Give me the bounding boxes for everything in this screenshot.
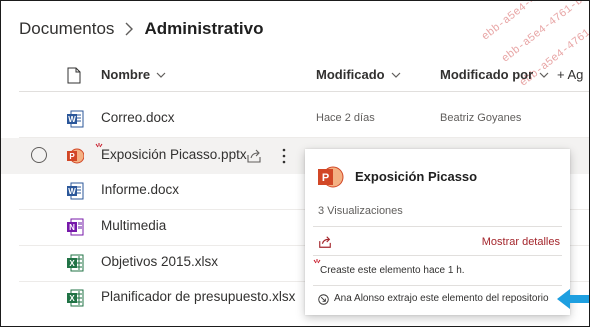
- show-details-link[interactable]: Mostrar detalles: [482, 236, 560, 248]
- svg-text:W: W: [68, 115, 76, 124]
- share-icon[interactable]: [318, 235, 332, 249]
- word-file-icon: W: [67, 110, 84, 128]
- add-column-label: + Ag: [557, 67, 584, 82]
- card-title[interactable]: Exposición Picasso: [355, 169, 477, 184]
- svg-text:P: P: [322, 172, 329, 184]
- column-name[interactable]: Nombre: [101, 67, 166, 82]
- file-name[interactable]: Multimedia: [101, 218, 166, 233]
- chevron-right-icon: [125, 22, 134, 36]
- svg-text:N: N: [69, 223, 75, 232]
- svg-text:P: P: [69, 152, 75, 161]
- file-name[interactable]: Exposición Picasso.pptx: [101, 147, 247, 162]
- row-select-radio[interactable]: [31, 147, 47, 163]
- breadcrumb: Documentos Administrativo: [19, 19, 263, 39]
- file-hover-card: P Exposición Picasso 3 Visualizaciones M…: [305, 149, 570, 315]
- file-name[interactable]: Planificador de presupuesto.xlsx: [101, 289, 295, 304]
- card-divider: [313, 255, 562, 256]
- watermark: ebb-a5e4-4761-baa3-ef0f6a5ab4e6 ebb-a5e4…: [470, 0, 590, 114]
- onenote-file-icon: N: [67, 218, 84, 236]
- add-column-button[interactable]: + Ag: [557, 67, 583, 82]
- share-icon[interactable]: [246, 148, 262, 164]
- file-name[interactable]: Correo.docx: [101, 110, 175, 125]
- card-divider: [313, 285, 562, 286]
- breadcrumb-root[interactable]: Documentos: [19, 19, 114, 39]
- arrow-left-icon: [557, 289, 590, 309]
- column-modified[interactable]: Modificado: [316, 67, 401, 82]
- word-file-icon: W: [67, 182, 84, 200]
- activity-created: Creaste este elemento hace 1 h.: [320, 265, 465, 276]
- column-header: Nombre Modificado Modificado por + Ag: [0, 60, 590, 90]
- svg-text:X: X: [69, 259, 75, 268]
- breadcrumb-current: Administrativo: [144, 19, 264, 38]
- chevron-down-icon: [539, 72, 549, 78]
- column-modified-by-label: Modificado por: [440, 67, 534, 82]
- powerpoint-file-icon: P: [67, 148, 84, 164]
- chevron-down-icon: [156, 72, 166, 78]
- svg-text:W: W: [68, 187, 76, 196]
- table-row[interactable]: W Correo.docx Hace 2 días Beatriz Goyane…: [0, 101, 590, 137]
- excel-file-icon: X: [67, 254, 84, 272]
- file-type-icon[interactable]: [67, 67, 81, 84]
- file-name[interactable]: Objetivos 2015.xlsx: [101, 254, 218, 269]
- checkout-icon: [318, 294, 329, 305]
- header-divider: [19, 91, 590, 92]
- modified-value: Hace 2 días: [316, 112, 375, 124]
- card-divider: [313, 226, 562, 227]
- excel-file-icon: X: [67, 289, 84, 307]
- chevron-down-icon: [391, 72, 401, 78]
- svg-text:X: X: [69, 294, 75, 303]
- card-views: 3 Visualizaciones: [318, 205, 403, 217]
- more-options-icon[interactable]: [281, 147, 287, 165]
- file-name[interactable]: Informe.docx: [101, 182, 179, 197]
- modified-by-value[interactable]: Beatriz Goyanes: [440, 112, 521, 124]
- powerpoint-file-icon: P: [318, 166, 344, 188]
- column-modified-by[interactable]: Modificado por: [440, 67, 549, 82]
- activity-checkout: Ana Alonso extrajo este elemento del rep…: [334, 293, 549, 304]
- column-name-label: Nombre: [101, 67, 151, 82]
- column-modified-label: Modificado: [316, 67, 385, 82]
